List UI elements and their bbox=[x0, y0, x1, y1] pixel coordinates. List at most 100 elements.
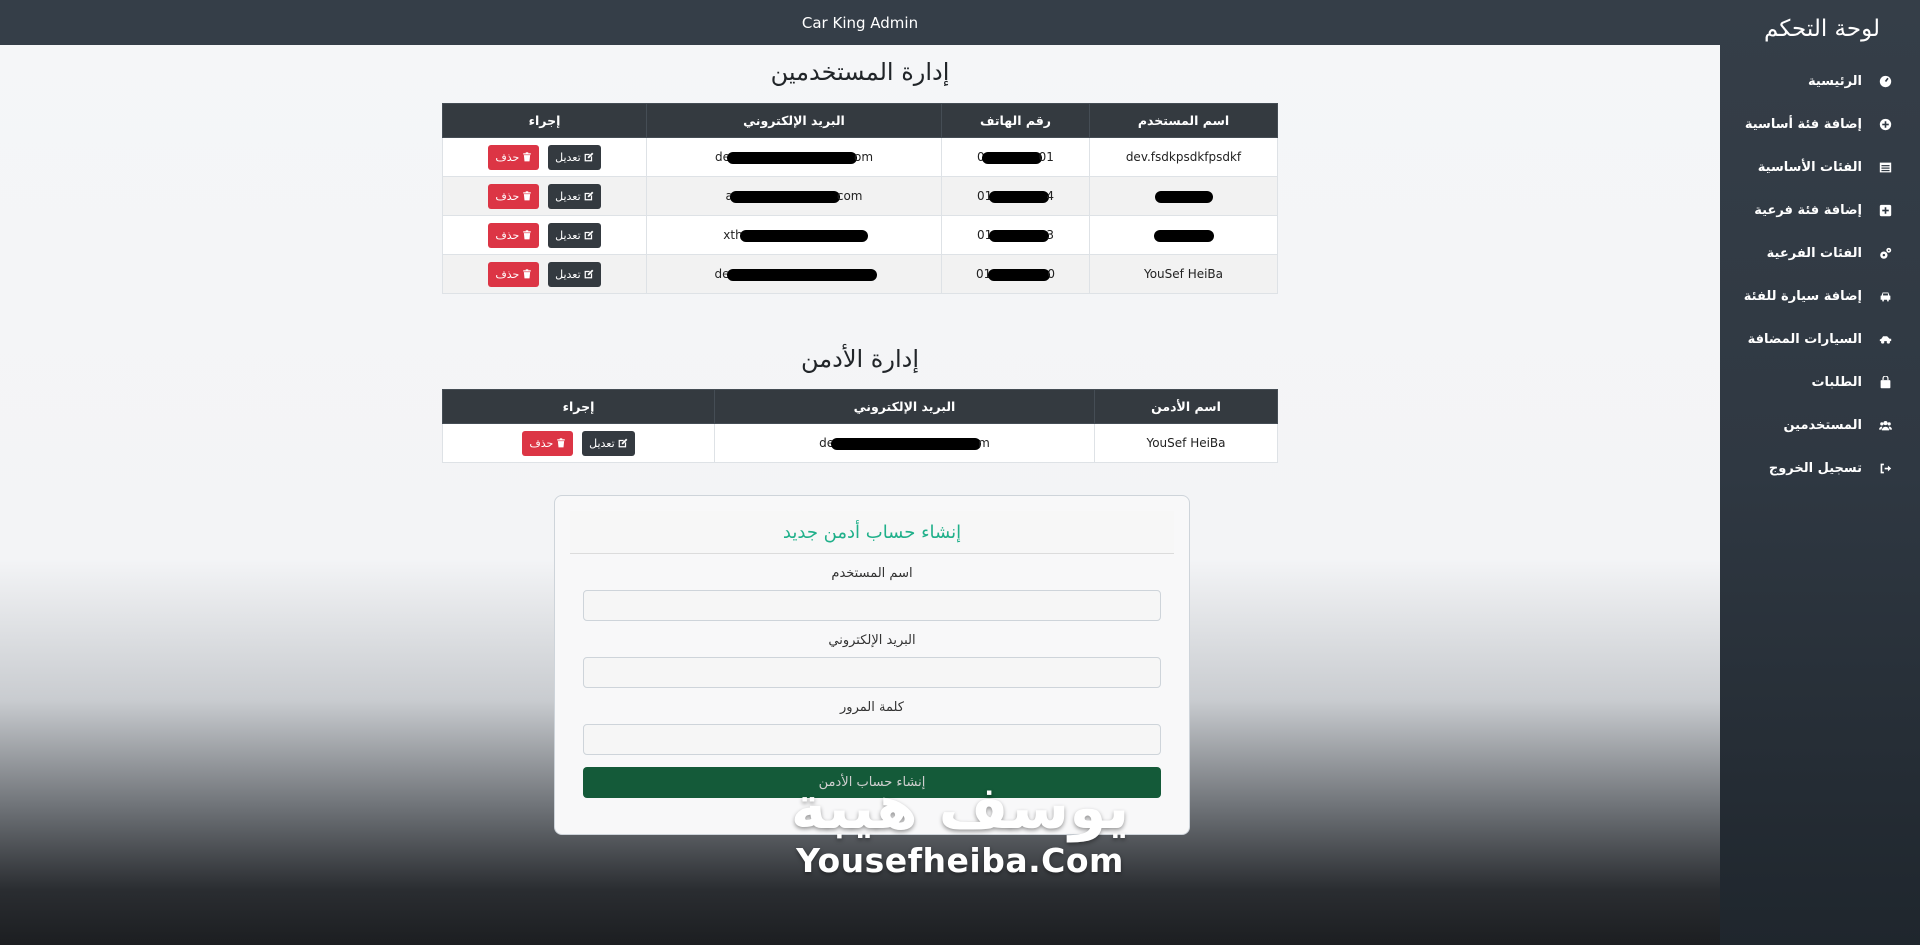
username-cell bbox=[1089, 176, 1278, 216]
sign-out-icon bbox=[1878, 462, 1892, 476]
sidebar-item-label: السيارات المضافة bbox=[1747, 332, 1862, 347]
email-text-end: com bbox=[836, 189, 863, 203]
sidebar-item-label: تسجيل الخروج bbox=[1768, 461, 1862, 476]
phone-cell: 01 4 bbox=[941, 176, 1090, 216]
users-table: اسم المستخدم رقم الهاتف البريد الإلكترون… bbox=[442, 103, 1278, 294]
username-cell: dev.fsdkpsdkfpsdkf bbox=[1089, 137, 1278, 177]
delete-button[interactable]: حذف bbox=[488, 222, 540, 248]
phone-text-end: 01 bbox=[1038, 150, 1054, 164]
delete-label: حذف bbox=[495, 267, 520, 281]
sidebar-item-label: الفئات الأساسية bbox=[1757, 160, 1862, 175]
delete-label: حذف bbox=[529, 436, 554, 450]
table-row: YouSef HeiBa 01 0 de تعديل حذف bbox=[442, 254, 1278, 294]
redaction-mark bbox=[1153, 229, 1214, 242]
action-cell: تعديل حذف bbox=[442, 423, 715, 463]
username-text: dev.fsdkpsdkfpsdkf bbox=[1125, 150, 1242, 164]
redaction-mark bbox=[726, 151, 857, 164]
action-cell: تعديل حذف bbox=[442, 176, 647, 216]
sidebar-item-logout[interactable]: تسجيل الخروج bbox=[1720, 447, 1920, 490]
username-text: YouSef HeiBa bbox=[1143, 267, 1224, 281]
delete-label: حذف bbox=[495, 189, 520, 203]
edit-label: تعديل bbox=[555, 228, 581, 242]
password-input[interactable] bbox=[583, 724, 1161, 755]
sidebar: لوحة التحكم الرئيسية إضافة فئة أساسية ال… bbox=[1720, 0, 1920, 945]
email-input[interactable] bbox=[583, 657, 1161, 688]
redaction-mark bbox=[739, 229, 868, 242]
redaction-mark bbox=[989, 190, 1050, 203]
column-header-admin-name: اسم الأدمن bbox=[1094, 389, 1278, 424]
username-input[interactable] bbox=[583, 590, 1161, 621]
trash-icon bbox=[523, 230, 532, 240]
email-label: البريد الإلكتروني bbox=[828, 633, 916, 648]
column-header-username: اسم المستخدم bbox=[1089, 103, 1278, 138]
email-cell: acom bbox=[646, 176, 942, 216]
phone-cell: 01 0 bbox=[941, 254, 1090, 294]
column-header-action: إجراء bbox=[442, 389, 715, 424]
edit-label: تعديل bbox=[589, 436, 615, 450]
admin-name-cell: YouSef HeiBa bbox=[1094, 423, 1278, 463]
bag-icon bbox=[1878, 376, 1892, 390]
phone-text-end: 0 bbox=[1047, 267, 1055, 281]
column-header-phone: رقم الهاتف bbox=[941, 103, 1090, 138]
admin-name-text: YouSef HeiBa bbox=[1146, 436, 1226, 450]
sidebar-item-add-car[interactable]: إضافة سيارة للفئة bbox=[1720, 275, 1920, 318]
edit-button[interactable]: تعديل bbox=[548, 183, 601, 209]
sidebar-item-label: المستخدمين bbox=[1783, 418, 1862, 433]
edit-label: تعديل bbox=[555, 267, 581, 281]
edit-label: تعديل bbox=[555, 150, 581, 164]
sidebar-item-label: الرئيسية bbox=[1807, 74, 1862, 89]
sidebar-item-home[interactable]: الرئيسية bbox=[1720, 60, 1920, 103]
edit-button[interactable]: تعديل bbox=[548, 261, 601, 287]
edit-button[interactable]: تعديل bbox=[582, 430, 635, 456]
sidebar-item-added-cars[interactable]: السيارات المضافة bbox=[1720, 318, 1920, 361]
delete-label: حذف bbox=[495, 150, 520, 164]
admins-table: اسم الأدمن البريد الإلكتروني إجراء YouSe… bbox=[442, 389, 1278, 463]
delete-button[interactable]: حذف bbox=[488, 183, 540, 209]
app-title: Car King Admin bbox=[801, 13, 919, 32]
sidebar-item-main-categories[interactable]: الفئات الأساسية bbox=[1720, 146, 1920, 189]
edit-icon bbox=[584, 152, 594, 162]
tachometer-icon bbox=[1878, 75, 1892, 89]
username-cell: YouSef HeiBa bbox=[1089, 254, 1278, 294]
sidebar-item-orders[interactable]: الطلبات bbox=[1720, 361, 1920, 404]
email-cell: de om bbox=[646, 137, 942, 177]
watermark-english: Yousefheiba.Com bbox=[796, 841, 1124, 880]
email-text-end: m bbox=[978, 436, 990, 450]
delete-button[interactable]: حذف bbox=[522, 430, 574, 456]
sidebar-item-add-main-category[interactable]: إضافة فئة أساسية bbox=[1720, 103, 1920, 146]
email-cell: xth bbox=[646, 215, 942, 255]
sidebar-item-sub-categories[interactable]: الفئات الفرعية bbox=[1720, 232, 1920, 275]
edit-icon bbox=[584, 269, 594, 279]
sidebar-item-label: إضافة سيارة للفئة bbox=[1743, 289, 1862, 304]
sidebar-item-add-sub-category[interactable]: إضافة فئة فرعية bbox=[1720, 189, 1920, 232]
sidebar-item-label: إضافة فئة أساسية bbox=[1744, 117, 1862, 132]
edit-button[interactable]: تعديل bbox=[548, 222, 601, 248]
trash-icon bbox=[557, 438, 566, 448]
action-cell: تعديل حذف bbox=[442, 254, 647, 294]
card-title-text: إنشاء حساب أدمن جديد bbox=[782, 521, 962, 543]
column-header-email: البريد الإلكتروني bbox=[714, 389, 1095, 424]
sidebar-item-label: إضافة فئة فرعية bbox=[1754, 203, 1862, 218]
trash-icon bbox=[523, 152, 532, 162]
plus-circle-icon bbox=[1878, 118, 1892, 132]
edit-icon bbox=[584, 191, 594, 201]
phone-cell: 0 01 bbox=[941, 137, 1090, 177]
edit-button[interactable]: تعديل bbox=[548, 144, 601, 170]
watermark-arabic: يوسف هيبة bbox=[790, 773, 1130, 843]
create-admin-title: إنشاء حساب أدمن جديد bbox=[570, 511, 1174, 554]
watermark: يوسف هيبة Yousefheiba.Com bbox=[770, 775, 1150, 880]
column-header-action: إجراء bbox=[442, 103, 647, 138]
delete-button[interactable]: حذف bbox=[488, 144, 540, 170]
username-label: اسم المستخدم bbox=[831, 566, 913, 581]
plus-square-icon bbox=[1878, 204, 1892, 218]
table-row: 01 3 xth تعديل حذف bbox=[442, 215, 1278, 255]
table-header-row: اسم المستخدم رقم الهاتف البريد الإلكترون… bbox=[442, 103, 1278, 138]
trash-icon bbox=[523, 269, 532, 279]
phone-cell: 01 3 bbox=[941, 215, 1090, 255]
phone-text-end: 3 bbox=[1046, 228, 1054, 242]
delete-button[interactable]: حذف bbox=[488, 261, 540, 287]
table-row: dev.fsdkpsdkfpsdkf 0 01 de om تعديل حذف bbox=[442, 137, 1278, 177]
sidebar-item-users[interactable]: المستخدمين bbox=[1720, 404, 1920, 447]
email-cell: de m bbox=[714, 423, 1095, 463]
sidebar-title: لوحة التحكم bbox=[1764, 16, 1880, 42]
